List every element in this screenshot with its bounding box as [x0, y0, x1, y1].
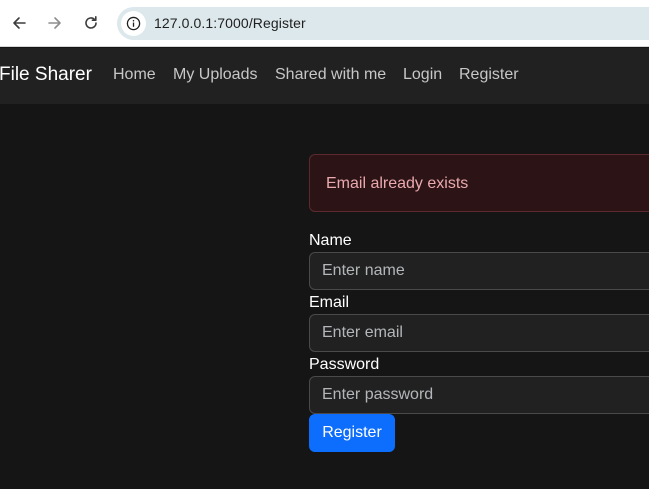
arrow-right-icon — [48, 17, 61, 29]
forward-button[interactable] — [41, 9, 69, 37]
site-info-button[interactable] — [121, 11, 146, 36]
reload-button[interactable] — [77, 9, 105, 37]
nav-link-login[interactable]: Login — [403, 66, 442, 84]
password-label: Password — [309, 356, 380, 373]
register-button[interactable]: Register — [309, 414, 395, 452]
nav-link-shared-with-me[interactable]: Shared with me — [275, 66, 386, 84]
info-circle-icon — [126, 16, 141, 31]
name-input[interactable] — [309, 252, 649, 290]
email-label: Email — [309, 294, 350, 311]
nav-link-register[interactable]: Register — [459, 66, 519, 84]
address-bar[interactable]: 127.0.0.1:7000/Register — [117, 7, 649, 40]
email-input[interactable] — [309, 314, 649, 352]
url-text[interactable]: 127.0.0.1:7000/Register — [154, 15, 306, 31]
nav-link-my-uploads[interactable]: My Uploads — [173, 66, 257, 84]
password-input[interactable] — [309, 376, 649, 414]
reload-icon — [85, 16, 97, 29]
back-button[interactable] — [5, 9, 33, 37]
browser-toolbar: 127.0.0.1:7000/Register — [0, 0, 649, 47]
arrow-left-icon — [13, 17, 26, 29]
site-navbar: File Sharer Home My Uploads Shared with … — [0, 48, 649, 104]
name-label: Name — [309, 232, 352, 249]
brand-logo[interactable]: File Sharer — [0, 64, 92, 86]
alert-message: Email already exists — [326, 175, 469, 192]
error-alert: Email already exists — [309, 154, 649, 212]
nav-link-home[interactable]: Home — [113, 66, 156, 84]
